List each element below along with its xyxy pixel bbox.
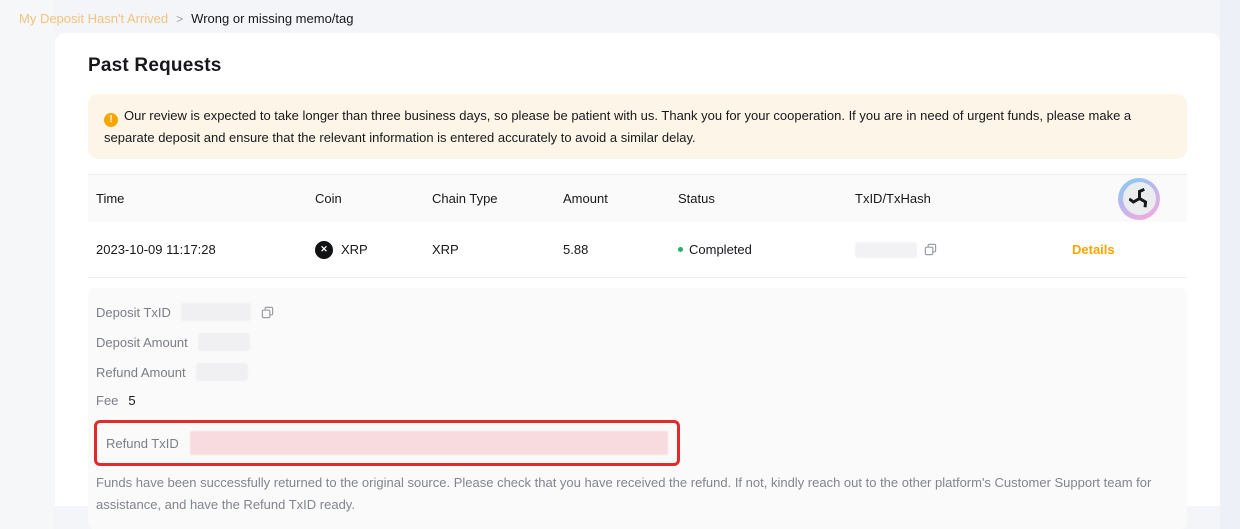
deposit-txid-redacted-value bbox=[181, 303, 251, 321]
refund-amount-row: Refund Amount bbox=[96, 363, 1179, 381]
page-title: Past Requests bbox=[88, 55, 1187, 77]
deposit-amount-label: Deposit Amount bbox=[96, 335, 188, 350]
past-requests-card: Past Requests !Our review is expected to… bbox=[55, 33, 1220, 506]
fee-row: Fee 5 bbox=[96, 393, 1179, 408]
table-header: Time Coin Chain Type Amount Status TxID/… bbox=[88, 174, 1187, 222]
notice-text: Our review is expected to take longer th… bbox=[104, 108, 1131, 145]
row-coin: ✕ XRP bbox=[315, 241, 432, 259]
col-header-amount: Amount bbox=[563, 191, 678, 206]
deposit-amount-row: Deposit Amount bbox=[96, 333, 1179, 351]
trident-logo-badge bbox=[1118, 178, 1160, 220]
row-status-label: Completed bbox=[689, 242, 752, 257]
row-coin-label: XRP bbox=[341, 242, 368, 257]
refund-txid-highlight-box: Refund TxID bbox=[94, 420, 680, 466]
col-header-status: Status bbox=[678, 191, 855, 206]
row-amount: 5.88 bbox=[563, 242, 678, 257]
col-header-coin: Coin bbox=[315, 191, 432, 206]
refund-amount-redacted-value bbox=[196, 363, 248, 381]
xrp-coin-icon: ✕ bbox=[315, 241, 333, 259]
refund-footnote: Funds have been successfully returned to… bbox=[96, 472, 1179, 515]
deposit-txid-label: Deposit TxID bbox=[96, 305, 171, 320]
refund-txid-redacted-value bbox=[190, 431, 668, 455]
warning-icon: ! bbox=[104, 113, 118, 127]
row-time: 2023-10-09 11:17:28 bbox=[96, 242, 315, 257]
trident-logo-icon bbox=[1123, 182, 1156, 215]
breadcrumb-current: Wrong or missing memo/tag bbox=[191, 11, 353, 26]
copy-icon[interactable] bbox=[924, 243, 937, 256]
review-notice-banner: !Our review is expected to take longer t… bbox=[88, 94, 1187, 159]
details-link[interactable]: Details bbox=[1072, 242, 1179, 257]
breadcrumb-parent-link[interactable]: My Deposit Hasn't Arrived bbox=[19, 11, 168, 26]
copy-icon[interactable] bbox=[261, 306, 274, 319]
refund-txid-label: Refund TxID bbox=[106, 436, 179, 451]
fee-value: 5 bbox=[128, 393, 135, 408]
col-header-txid: TxID/TxHash bbox=[855, 191, 1030, 206]
table-row: 2023-10-09 11:17:28 ✕ XRP XRP 5.88 Compl… bbox=[88, 222, 1187, 278]
row-chain-type: XRP bbox=[432, 242, 563, 257]
col-header-time: Time bbox=[96, 191, 315, 206]
row-txid bbox=[855, 242, 1030, 258]
deposit-txid-row: Deposit TxID bbox=[96, 303, 1179, 321]
col-header-chain-type: Chain Type bbox=[432, 191, 563, 206]
deposit-amount-redacted-value bbox=[198, 333, 250, 351]
request-details-panel: Deposit TxID Deposit Amount Refund Amoun… bbox=[88, 288, 1187, 529]
status-dot-icon bbox=[678, 247, 683, 252]
fee-label: Fee bbox=[96, 393, 118, 408]
row-status: Completed bbox=[678, 242, 855, 257]
breadcrumb: My Deposit Hasn't Arrived > Wrong or mis… bbox=[19, 11, 354, 26]
txid-redacted-value bbox=[855, 242, 917, 258]
refund-amount-label: Refund Amount bbox=[96, 365, 186, 380]
breadcrumb-separator: > bbox=[176, 12, 183, 26]
